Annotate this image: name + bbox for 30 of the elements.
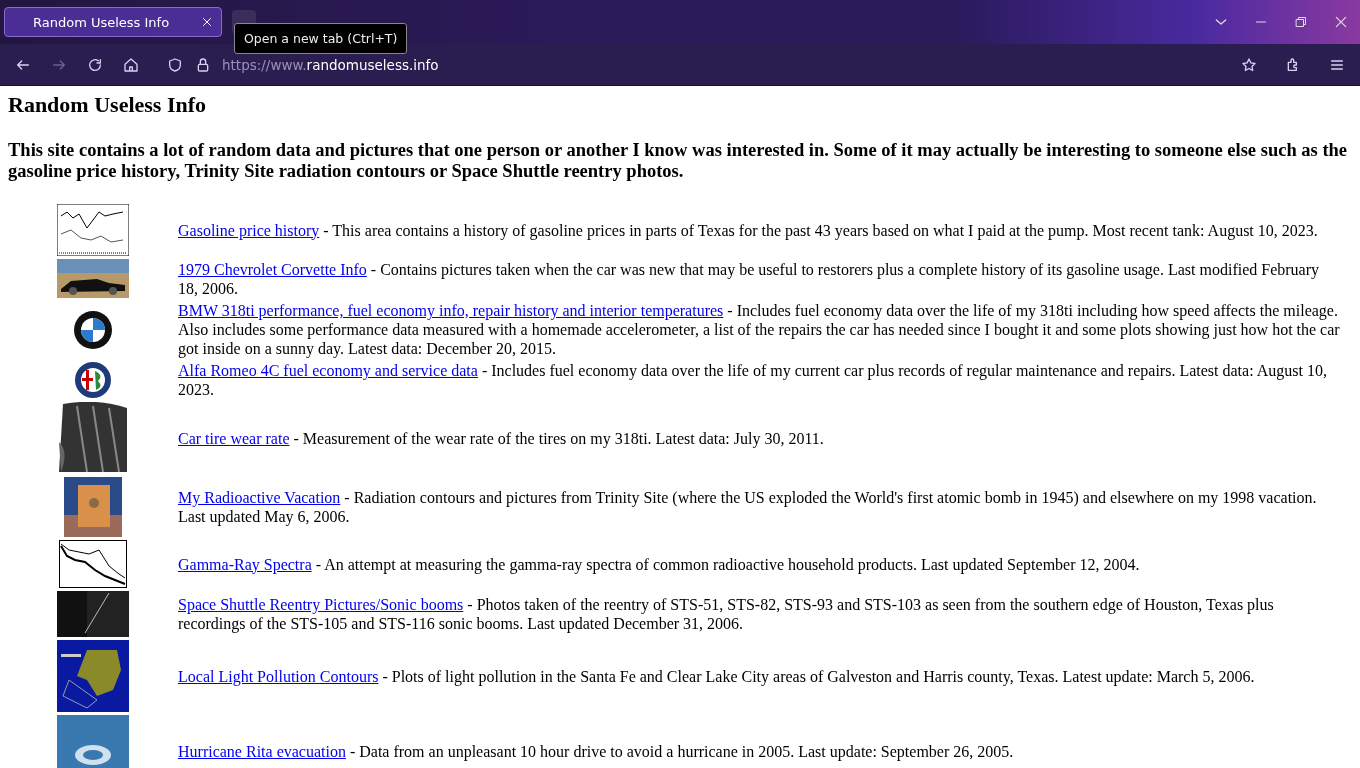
intro-paragraph: This site contains a lot of random data and pictures that one person or another I know was interested in. Some of it may actually be interesting to someone else such as the gasoline price history, Trinity Site radiation contours or Space Shuttle reentry photos. — [8, 140, 1349, 182]
entry-description: Car tire wear rate - Measurement of the wear rate of the tires on my 318ti. Latest data: July 30, 2011. — [178, 428, 825, 448]
browser-tab[interactable]: Random Useless Info — [4, 7, 222, 37]
restore-icon[interactable] — [1295, 16, 1307, 28]
entry-description: Hurricane Rita evacuation - Data from an unpleasant 10 hour drive to avoid a hurricane in 2005. Last update: September 26, 2005. — [178, 741, 1015, 761]
entry-link[interactable]: My Radioactive Vacation — [178, 489, 341, 506]
entry-description: Alfa Romeo 4C fuel economy and service data - Includes fuel economy data over the life of my current car plus records of regular maintenance and repairs. Latest data: August 10, 2023. — [178, 361, 1328, 399]
entry-description: Gamma-Ray Spectra - An attempt at measuring the gamma-ray spectra of common radioactive household products. Last updated September 12, 2004. — [178, 554, 1141, 574]
page-title: Random Useless Info — [8, 92, 208, 118]
entry-link[interactable]: Gamma-Ray Spectra — [178, 555, 312, 573]
close-icon[interactable] — [1334, 15, 1348, 29]
entry-link[interactable]: Gasoline price history — [178, 221, 320, 239]
entry-description: Gasoline price history - This area contains a history of gasoline prices in parts of Texas for the past 43 years based on what I paid at the pump. Most recent tank: August 10, 2023. — [178, 220, 1319, 240]
entry-link[interactable]: BMW 318ti performance, fuel economy info, repair history and interior temperatures — [178, 302, 724, 319]
roundel-logo-icon — [73, 309, 113, 350]
tooltip: Open a new tab (Ctrl+T) — [234, 23, 408, 54]
entry-link[interactable]: 1979 Chevrolet Corvette Info — [178, 260, 367, 278]
entry-description: 1979 Chevrolet Corvette Info - Contains pictures taken when the car was new that may be useful to restorers plus a complete history of its gasoline usage. Last modified February 18, 2006. — [178, 259, 1321, 298]
entry-link[interactable]: Hurricane Rita evacuation — [178, 742, 346, 760]
entry-link[interactable]: Space Shuttle Reentry Pictures/Sonic booms — [178, 596, 464, 613]
entry-description: BMW 318ti performance, fuel economy info, repair history and interior temperatures - Includes fuel economy data over the life of my 318ti including how speed affects the mileage. Also includes some performance data measured with a homemade accelerometer, a list of the repairs the car has needed since I bought it and some plots showing just how hot the car got inside on a sunny day. Latest data: December 20, 2015. — [178, 301, 1341, 358]
address-field[interactable]: https://www.randomuseless.info — [222, 56, 439, 73]
entry-description: Local Light Pollution Contours - Plots of light pollution in the Santa Fe and Clear Lake City areas of Galveston and Harris county, Texas. Latest update: March 5, 2006. — [178, 666, 1256, 686]
roundel-logo-icon — [74, 361, 112, 399]
entry-link[interactable]: Alfa Romeo 4C fuel economy and service data — [178, 362, 478, 379]
entry-link[interactable]: Local Light Pollution Contours — [178, 667, 379, 685]
entry-description: My Radioactive Vacation - Radiation contours and pictures from Trinity Site (where the US exploded the World's first atomic bomb in 1945) and elsewhere on my 1998 vacation. Last updated May 6, 2006. — [178, 488, 1318, 526]
entry-description: Space Shuttle Reentry Pictures/Sonic booms - Photos taken of the reentry of STS-51, STS-82, STS-93 and STS-103 as seen from the southern edge of Houston, Texas plus recordings of the STS-105 and STS-116 sonic booms. Last updated December 31, 2006. — [178, 595, 1275, 633]
close-icon[interactable] — [201, 16, 213, 28]
entry-link[interactable]: Car tire wear rate — [178, 429, 290, 447]
